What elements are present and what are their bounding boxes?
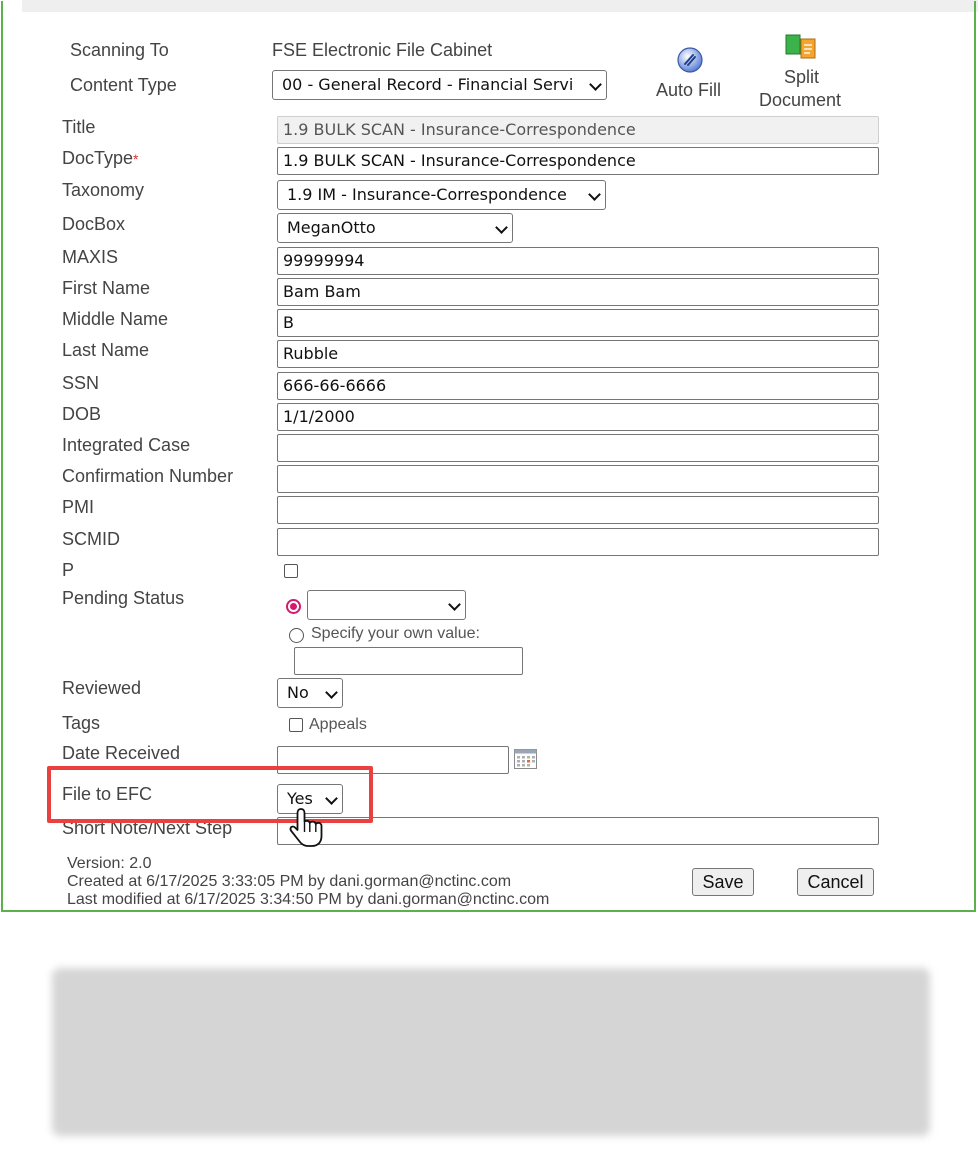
chevron-down-icon [448, 598, 461, 611]
doctype-input[interactable]: 1.9 BULK SCAN - Insurance-Correspondence [277, 147, 879, 175]
scanning-to-value: FSE Electronic File Cabinet [272, 40, 493, 60]
taxonomy-value: 1.9 IM - Insurance-Correspondence [287, 185, 567, 204]
specify-own-value-input[interactable] [294, 647, 523, 675]
taxonomy-select[interactable]: 1.9 IM - Insurance-Correspondence [277, 180, 606, 210]
reviewed-label: Reviewed [62, 678, 142, 698]
chevron-down-icon [325, 686, 338, 699]
save-button[interactable]: Save [692, 868, 754, 896]
docbox-select[interactable]: MeganOtto [277, 213, 513, 243]
pmi-label: PMI [62, 497, 95, 517]
first-name-input[interactable]: Bam Bam [277, 278, 879, 306]
last-name-label: Last Name [62, 340, 150, 360]
reviewed-select[interactable]: No [277, 678, 343, 708]
scmid-label: SCMID [62, 529, 120, 549]
appeals-checkbox[interactable] [289, 718, 303, 732]
auto-fill-button[interactable]: Auto Fill [650, 40, 730, 104]
taxonomy-label: Taxonomy [62, 180, 145, 200]
scanning-to-label: Scanning To [70, 40, 169, 60]
pending-status-radio-selected[interactable] [286, 599, 301, 614]
content-type-select[interactable]: 00 - General Record - Financial Servi [272, 70, 607, 100]
integrated-case-label: Integrated Case [62, 435, 191, 455]
maxis-label: MAXIS [62, 247, 119, 267]
pending-status-select[interactable] [307, 590, 466, 620]
auto-fill-icon [677, 47, 703, 73]
cancel-button[interactable]: Cancel [797, 868, 874, 896]
last-name-input[interactable]: Rubble [277, 340, 879, 368]
split-label: Split [784, 67, 820, 87]
title-input[interactable]: 1.9 BULK SCAN - Insurance-Correspondence [277, 116, 879, 144]
reviewed-value: No [287, 683, 309, 702]
hand-cursor-icon [289, 808, 323, 847]
dob-input[interactable]: 1/1/2000 [277, 403, 879, 431]
chevron-down-icon [495, 221, 508, 234]
content-type-label: Content Type [70, 75, 177, 95]
p-label: P [62, 560, 75, 580]
title-label: Title [62, 117, 96, 137]
date-received-label: Date Received [62, 743, 181, 763]
p-checkbox[interactable] [284, 564, 298, 578]
docbox-label: DocBox [62, 214, 126, 234]
confirmation-number-label: Confirmation Number [62, 466, 234, 486]
middle-name-label: Middle Name [62, 309, 169, 329]
chevron-down-icon [589, 78, 602, 91]
blurred-region [52, 968, 930, 1136]
integrated-case-input[interactable] [277, 434, 879, 462]
content-type-value: 00 - General Record - Financial Servi [282, 75, 574, 94]
chevron-down-icon [588, 188, 601, 201]
docbox-value: MeganOtto [287, 218, 376, 237]
specify-own-value-radio[interactable] [289, 628, 304, 643]
auto-fill-label: Auto Fill [656, 80, 722, 100]
first-name-label: First Name [62, 278, 151, 298]
split-document-button[interactable]: Split Document [755, 30, 850, 112]
pending-status-label: Pending Status [62, 588, 185, 608]
created-text: Created at 6/17/2025 3:33:05 PM by dani.… [67, 873, 512, 890]
required-mark: * [133, 151, 139, 167]
document-label: Document [759, 90, 842, 110]
appeals-label: Appeals [309, 716, 367, 733]
scmid-input[interactable] [277, 528, 879, 556]
middle-name-input[interactable]: B [277, 309, 879, 337]
tags-label: Tags [62, 713, 101, 733]
calendar-icon[interactable] [514, 749, 537, 769]
ssn-input[interactable]: 666-66-6666 [277, 372, 879, 400]
split-document-icon [785, 34, 816, 59]
pmi-input[interactable] [277, 496, 879, 524]
doctype-label: DocType* [62, 148, 139, 168]
version-text: Version: 2.0 [67, 855, 152, 872]
ssn-label: SSN [62, 373, 100, 393]
specify-own-value-label: Specify your own value: [311, 625, 480, 642]
confirmation-number-input[interactable] [277, 465, 879, 493]
modified-text: Last modified at 6/17/2025 3:34:50 PM by… [67, 891, 550, 908]
dob-label: DOB [62, 404, 102, 424]
maxis-input[interactable]: 99999994 [277, 247, 879, 275]
